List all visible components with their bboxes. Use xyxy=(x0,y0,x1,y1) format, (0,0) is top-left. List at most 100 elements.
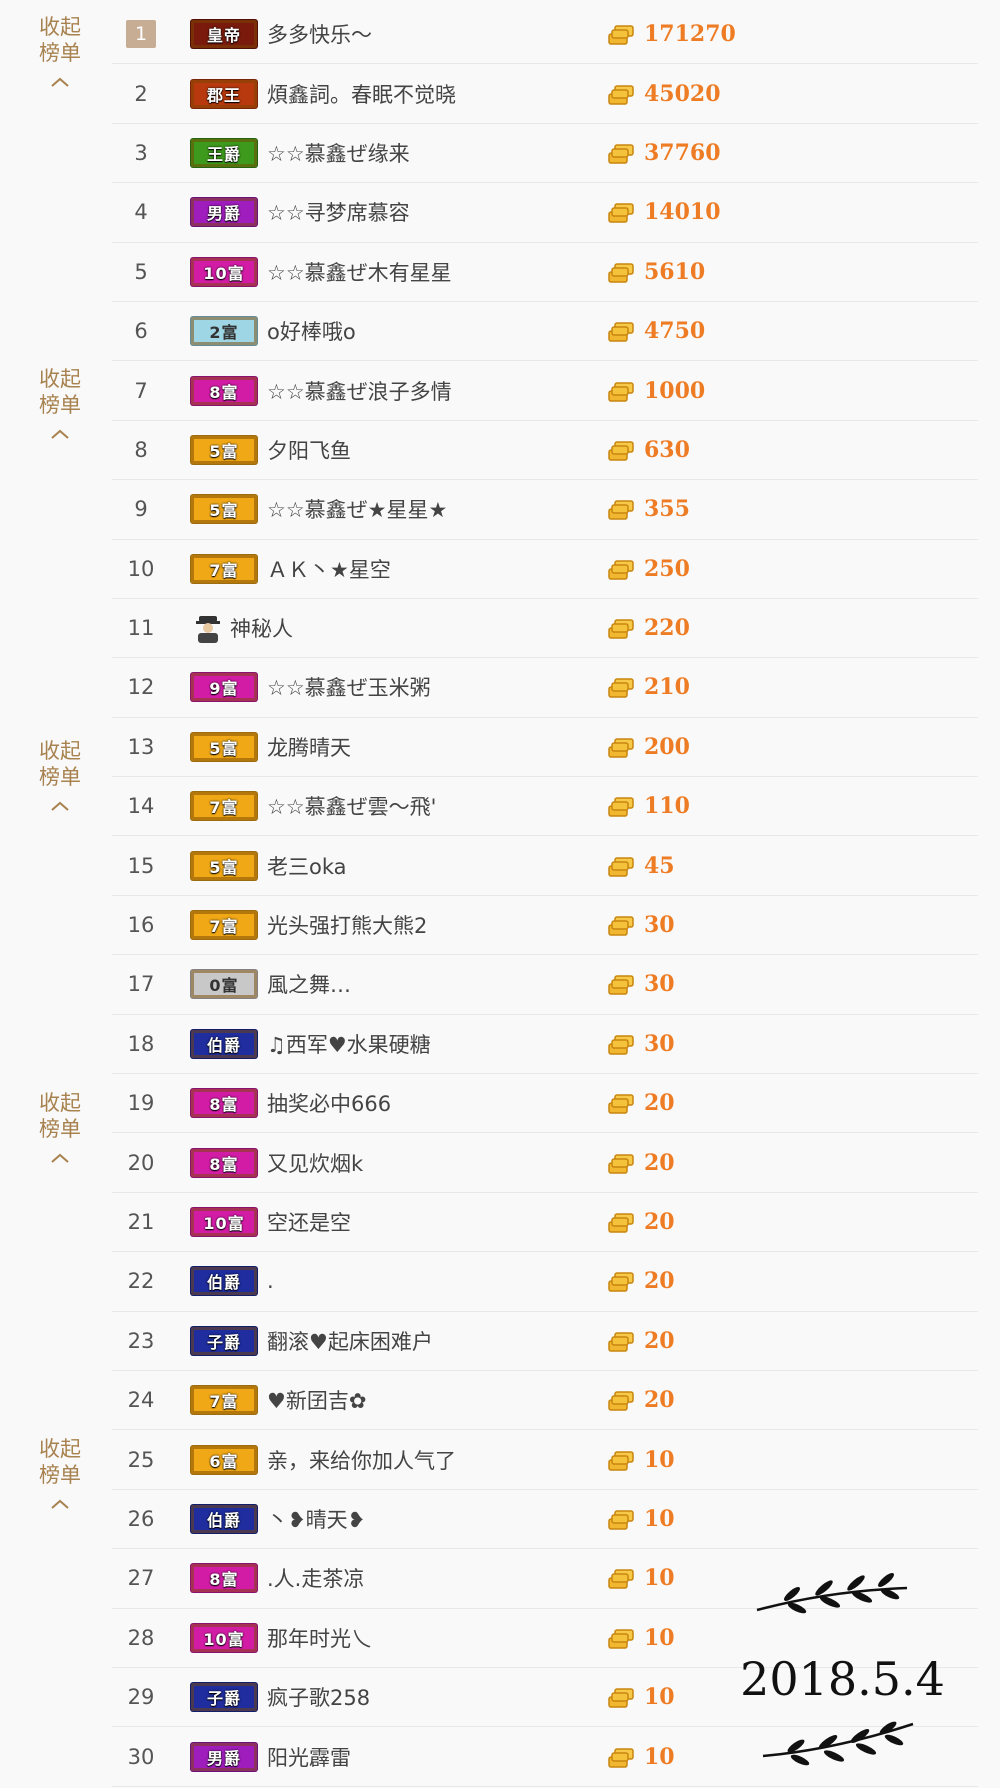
rank-badge: 7富 xyxy=(190,791,258,822)
user-name[interactable]: 龙腾晴天 xyxy=(267,718,351,776)
user-name[interactable]: 多多快乐～ xyxy=(267,5,372,63)
user-name[interactable]: 神秘人 xyxy=(230,599,293,657)
user-name[interactable]: ♥新囝吉✿ xyxy=(267,1371,366,1429)
user-name[interactable]: 老三oka xyxy=(267,836,347,894)
user-name[interactable]: 那年时光乀 xyxy=(267,1609,372,1667)
user-name[interactable]: 抽奖必中666 xyxy=(267,1074,391,1132)
ranking-row: 26 伯爵 丶❥晴天❥ 10 xyxy=(112,1490,978,1550)
gift-amount: 355 xyxy=(606,480,690,538)
gold-coin-icon xyxy=(606,20,644,48)
gold-coin-icon xyxy=(606,258,644,286)
user-name[interactable]: 煩鑫詞。春眠不觉晓 xyxy=(267,64,456,122)
user-name[interactable]: ☆☆慕鑫ぜ浪子多情 xyxy=(267,361,452,419)
gold-coin-icon xyxy=(606,852,644,880)
rank-badge: 5富 xyxy=(190,494,258,525)
user-name[interactable]: .人.走茶凉 xyxy=(267,1549,364,1607)
gold-coin-icon xyxy=(606,1505,644,1533)
ranking-row: 19 8富 抽奖必中666 20 xyxy=(112,1074,978,1134)
user-name[interactable]: 空还是空 xyxy=(267,1193,351,1251)
user-name[interactable]: 翻滚♥起床困难户 xyxy=(267,1312,433,1370)
user-name[interactable]: ♫西军♥水果硬糖 xyxy=(267,1015,431,1073)
rank-badge: 6富 xyxy=(190,1444,258,1475)
gift-amount: 4750 xyxy=(606,302,705,360)
user-name[interactable]: 又见炊烟k xyxy=(267,1133,363,1191)
rank-number: 1 xyxy=(112,5,170,63)
rank-badge: 8富 xyxy=(190,1563,258,1594)
rank-badge: 郡王 xyxy=(190,78,258,109)
user-name[interactable]: ☆☆慕鑫ぜ缘来 xyxy=(267,124,410,182)
collapse-ranking-toggle[interactable]: 收起 榜单 xyxy=(20,366,100,446)
user-name[interactable]: o好棒哦o xyxy=(267,302,356,360)
collapse-label-line1: 收起 xyxy=(39,1091,81,1115)
ranking-row: 25 6富 亲，来给你加人气了 10 xyxy=(112,1430,978,1490)
ranking-row: 7 8富 ☆☆慕鑫ぜ浪子多情 1000 xyxy=(112,361,978,421)
rank-number: 23 xyxy=(127,1328,155,1353)
collapse-ranking-toggle[interactable]: 收起 榜单 xyxy=(20,14,100,94)
user-name[interactable]: 亲，来给你加人气了 xyxy=(267,1430,456,1488)
gift-amount: 1000 xyxy=(606,361,705,419)
collapse-label-line1: 收起 xyxy=(39,367,81,391)
gold-coin-icon xyxy=(606,1564,644,1592)
user-name[interactable]: . xyxy=(267,1252,274,1310)
rank-badge: 8富 xyxy=(190,1088,258,1119)
gold-coin-icon xyxy=(606,80,644,108)
gold-coin-icon xyxy=(606,198,644,226)
gold-coin-icon xyxy=(606,673,644,701)
ranking-row: 20 8富 又见炊烟k 20 xyxy=(112,1133,978,1193)
rank-number: 19 xyxy=(127,1091,155,1116)
collapse-label-line2: 榜单 xyxy=(39,1463,81,1487)
user-name[interactable]: 丶❥晴天❥ xyxy=(267,1490,365,1548)
mystery-person-icon xyxy=(194,613,222,644)
gift-amount: 20 xyxy=(606,1074,675,1132)
user-name[interactable]: ☆☆寻梦席慕容 xyxy=(267,183,410,241)
collapse-ranking-toggle[interactable]: 收起 榜单 xyxy=(20,1436,100,1516)
rank-badge: 10富 xyxy=(190,256,258,287)
rank-number: 16 xyxy=(127,913,155,938)
gift-amount: 110 xyxy=(606,777,690,835)
rank-number: 14 xyxy=(127,794,155,819)
gold-coin-icon xyxy=(606,970,644,998)
rank-badge: 10富 xyxy=(190,1622,258,1653)
gold-coin-icon xyxy=(606,1327,644,1355)
collapse-ranking-toggle[interactable]: 收起 榜单 xyxy=(20,738,100,818)
user-name[interactable]: ＡＫ丶★星空 xyxy=(267,540,391,598)
user-name[interactable]: 疯子歌258 xyxy=(267,1668,370,1726)
date-stamp: 2018.5.4 xyxy=(740,1652,945,1706)
user-name[interactable]: ☆☆慕鑫ぜ雲～飛' xyxy=(267,777,436,835)
ranking-row: 16 7富 光头强打熊大熊2 30 xyxy=(112,896,978,956)
rank-number: 22 xyxy=(127,1269,155,1294)
leaf-branch-decoration xyxy=(762,1721,914,1766)
user-name[interactable]: 夕阳飞鱼 xyxy=(267,421,351,479)
collapse-ranking-toggle[interactable]: 收起 榜单 xyxy=(20,1090,100,1170)
rank-badge: 10富 xyxy=(190,1207,258,1237)
gift-amount: 30 xyxy=(606,955,675,1013)
rank-number: 12 xyxy=(127,675,155,700)
user-name[interactable]: ☆☆慕鑫ぜ玉米粥 xyxy=(267,658,431,716)
gift-ranking-list: 1 皇帝 多多快乐～ 171270 2 郡王 煩鑫詞。春眠不觉晓 45020 3 王爵 ☆☆慕鑫ぜ缘… xyxy=(112,5,978,1787)
leaf-branch-decoration xyxy=(756,1573,908,1614)
ranking-row: 18 伯爵 ♫西军♥水果硬糖 30 xyxy=(112,1015,978,1075)
rank-number: 11 xyxy=(127,616,155,641)
user-name[interactable]: ☆☆慕鑫ぜ木有星星 xyxy=(267,243,452,301)
rank-number: 2 xyxy=(134,81,148,106)
chevron-up-icon xyxy=(20,68,100,94)
rank-number: 4 xyxy=(134,200,148,225)
gold-coin-icon xyxy=(606,377,644,405)
collapse-label-line1: 收起 xyxy=(39,15,81,39)
user-name[interactable]: ☆☆慕鑫ぜ★星星★ xyxy=(267,480,447,538)
ranking-row: 2 郡王 煩鑫詞。春眠不觉晓 45020 xyxy=(112,64,978,124)
rank-number: 25 xyxy=(127,1447,155,1472)
chevron-up-icon xyxy=(20,420,100,446)
gold-coin-icon xyxy=(606,614,644,642)
user-name[interactable]: 阳光霹雷 xyxy=(267,1727,351,1785)
ranking-row: 9 5富 ☆☆慕鑫ぜ★星星★ 355 xyxy=(112,480,978,540)
gold-coin-icon xyxy=(606,436,644,464)
rank-number: 29 xyxy=(127,1685,155,1710)
rank-number: 6 xyxy=(134,319,148,344)
user-name[interactable]: 光头强打熊大熊2 xyxy=(267,896,427,954)
rank-badge: 8富 xyxy=(190,1147,258,1178)
user-name[interactable]: 風之舞… xyxy=(267,955,351,1013)
ranking-row: 21 10富 空还是空 20 xyxy=(112,1193,978,1253)
gold-coin-icon xyxy=(606,1743,644,1771)
gold-coin-icon xyxy=(606,555,644,583)
